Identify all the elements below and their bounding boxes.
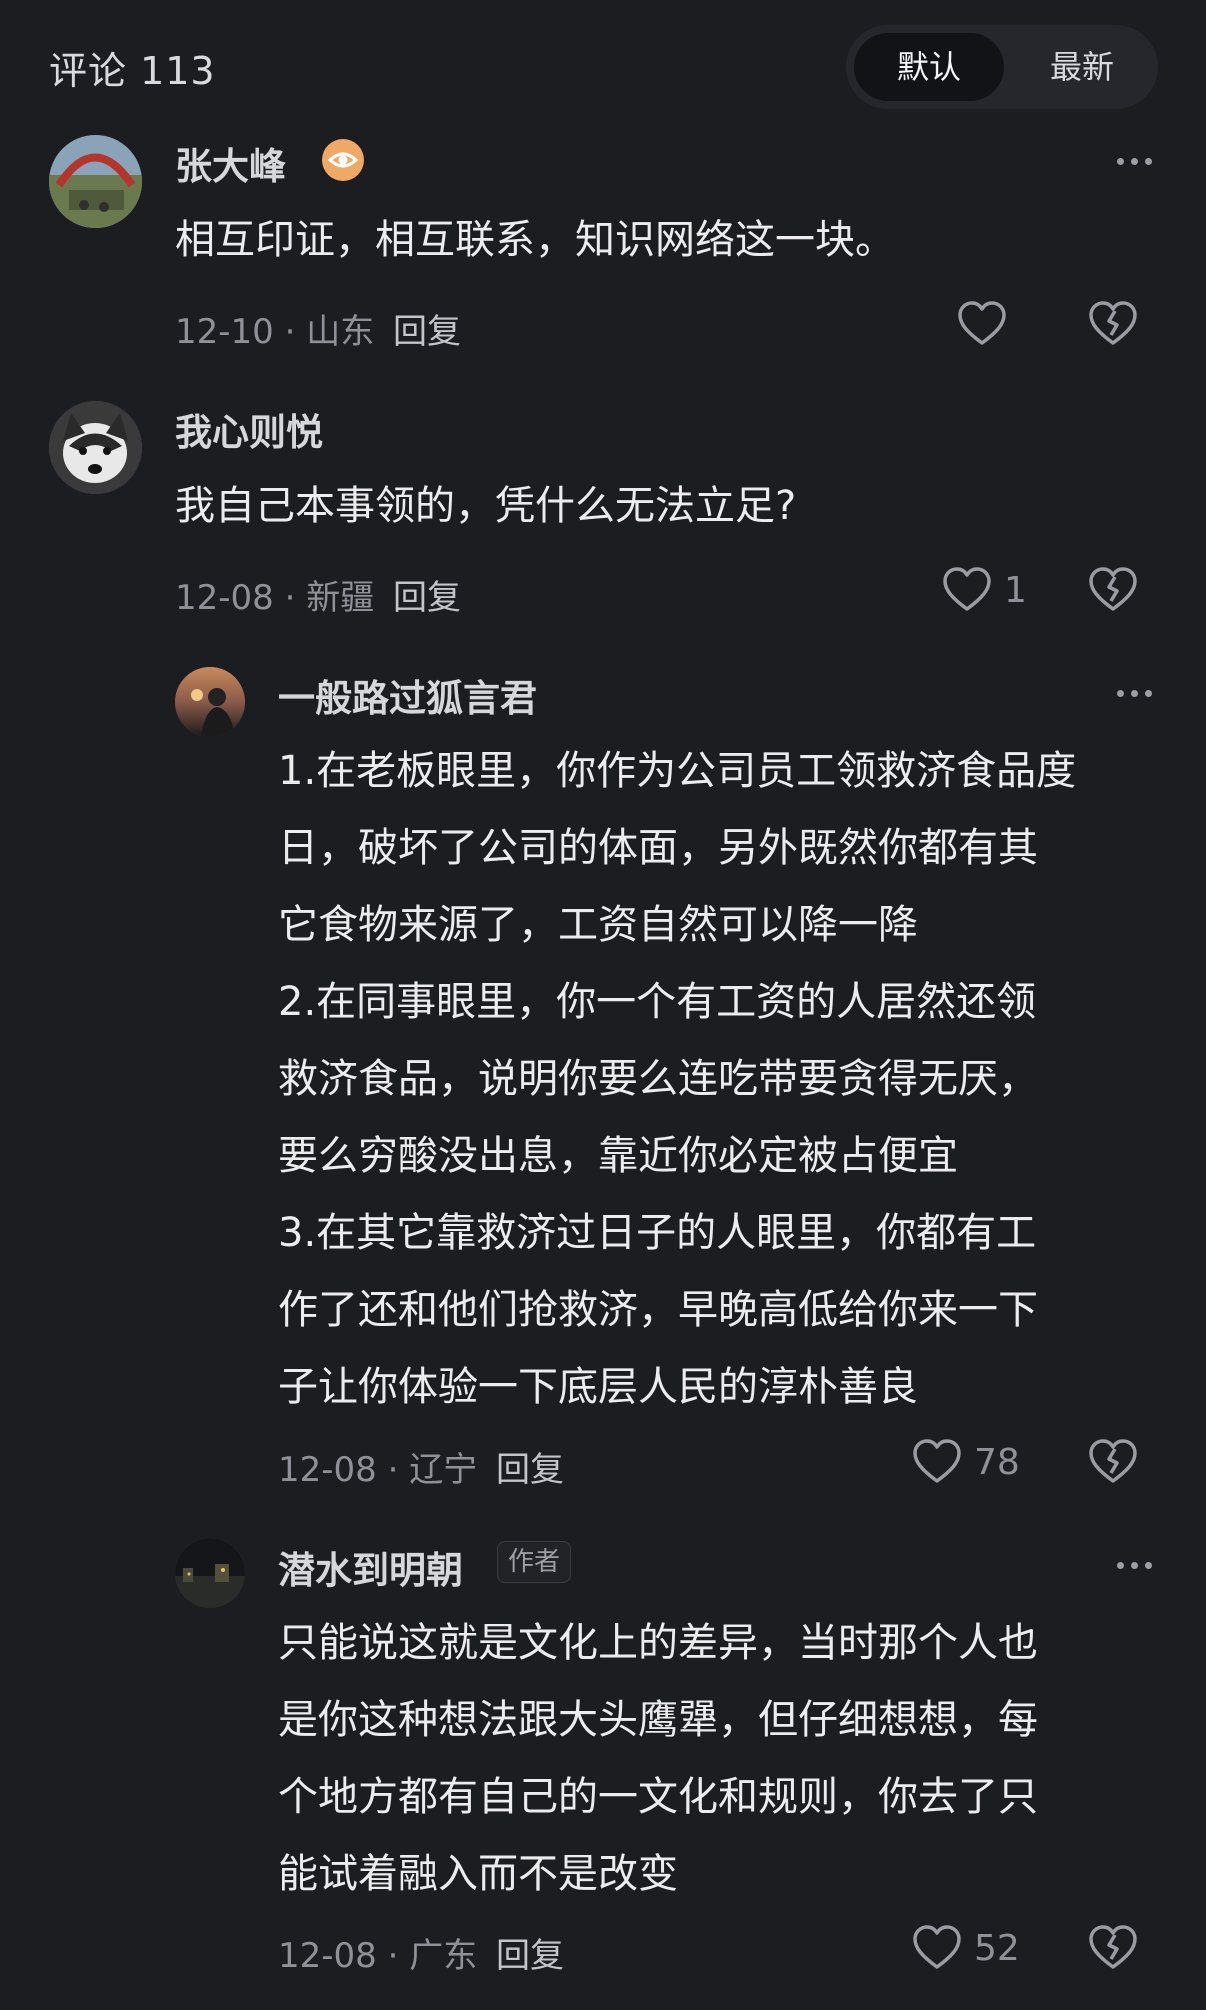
heart-icon: [943, 567, 991, 611]
avatar[interactable]: [49, 401, 142, 494]
author-badge: 作者: [497, 1541, 572, 1583]
username[interactable]: 我心则悦: [175, 402, 323, 456]
dislike-button[interactable]: [1088, 566, 1140, 618]
dislike-button[interactable]: [1088, 300, 1140, 352]
more-icon[interactable]: [1117, 1560, 1153, 1570]
sort-default-tab[interactable]: 默认: [854, 33, 1004, 101]
reply-text: 1.在老板眼里，你作为公司员工领救济食品度 日，破坏了公司的体面，另外既然你都有…: [278, 748, 1077, 1410]
like-button[interactable]: 1: [942, 566, 1052, 618]
sort-latest-tab[interactable]: 最新: [1014, 33, 1150, 101]
username[interactable]: 张大峰: [175, 136, 286, 190]
comment-date: 12-10: [175, 312, 274, 352]
meta-separator: ·: [387, 1450, 399, 1490]
reply-button[interactable]: 回复: [393, 578, 461, 618]
more-icon[interactable]: [1117, 156, 1153, 166]
heart-icon: [913, 1925, 961, 1969]
like-button[interactable]: [957, 300, 1007, 352]
reply-location: 广东: [409, 1936, 478, 1976]
more-icon[interactable]: [1117, 688, 1153, 698]
like-button[interactable]: 52: [912, 1924, 1042, 1976]
comment-date: 12-08: [175, 578, 274, 618]
dislike-button[interactable]: [1088, 1438, 1140, 1490]
eye-badge-icon: [322, 139, 364, 181]
reply-location: 辽宁: [409, 1450, 478, 1490]
broken-heart-icon: [1089, 1439, 1137, 1483]
reply-button[interactable]: 回复: [393, 312, 461, 352]
heart-icon: [958, 301, 1006, 345]
broken-heart-icon: [1089, 301, 1137, 345]
comment-meta: 12-08 · 新疆 回复: [175, 570, 461, 619]
reply-meta: 12-08 · 广东 回复: [278, 1928, 564, 1977]
like-count: 52: [974, 1928, 1020, 1969]
comment-text: 相互印证，相互联系，知识网络这一块。: [175, 217, 895, 263]
comment-meta: 12-10 · 山东 回复: [175, 304, 461, 353]
meta-separator: ·: [387, 1936, 399, 1976]
comment-location: 新疆: [306, 578, 375, 618]
comments-header: 评论 113 默认 最新: [0, 0, 1206, 130]
username[interactable]: 一般路过狐言君: [278, 668, 537, 722]
like-count: 1: [1004, 570, 1027, 611]
reply-date: 12-08: [278, 1936, 377, 1976]
like-count: 78: [974, 1442, 1020, 1483]
comment-count-title: 评论 113: [49, 49, 216, 93]
dislike-button[interactable]: [1088, 1924, 1140, 1976]
broken-heart-icon: [1089, 567, 1137, 611]
avatar[interactable]: [175, 667, 245, 737]
reply-button[interactable]: 回复: [496, 1936, 564, 1976]
comment-text: 我自己本事领的，凭什么无法立足?: [175, 483, 797, 529]
avatar[interactable]: [175, 1538, 245, 1608]
heart-icon: [913, 1439, 961, 1483]
like-button[interactable]: 78: [912, 1438, 1042, 1490]
reply-button[interactable]: 回复: [496, 1450, 564, 1490]
comment-location: 山东: [306, 312, 375, 352]
sort-toggle: 默认 最新: [846, 25, 1158, 109]
username[interactable]: 潜水到明朝: [278, 1540, 463, 1594]
reply-date: 12-08: [278, 1450, 377, 1490]
meta-separator: ·: [284, 578, 296, 618]
meta-separator: ·: [284, 312, 296, 352]
reply-text: 只能说这就是文化上的差异，当时那个人也 是你这种想法跟大头鹰犟，但仔细想想，每 …: [278, 1620, 1038, 1897]
broken-heart-icon: [1089, 1925, 1137, 1969]
avatar[interactable]: [49, 135, 142, 228]
reply-meta: 12-08 · 辽宁 回复: [278, 1442, 564, 1491]
